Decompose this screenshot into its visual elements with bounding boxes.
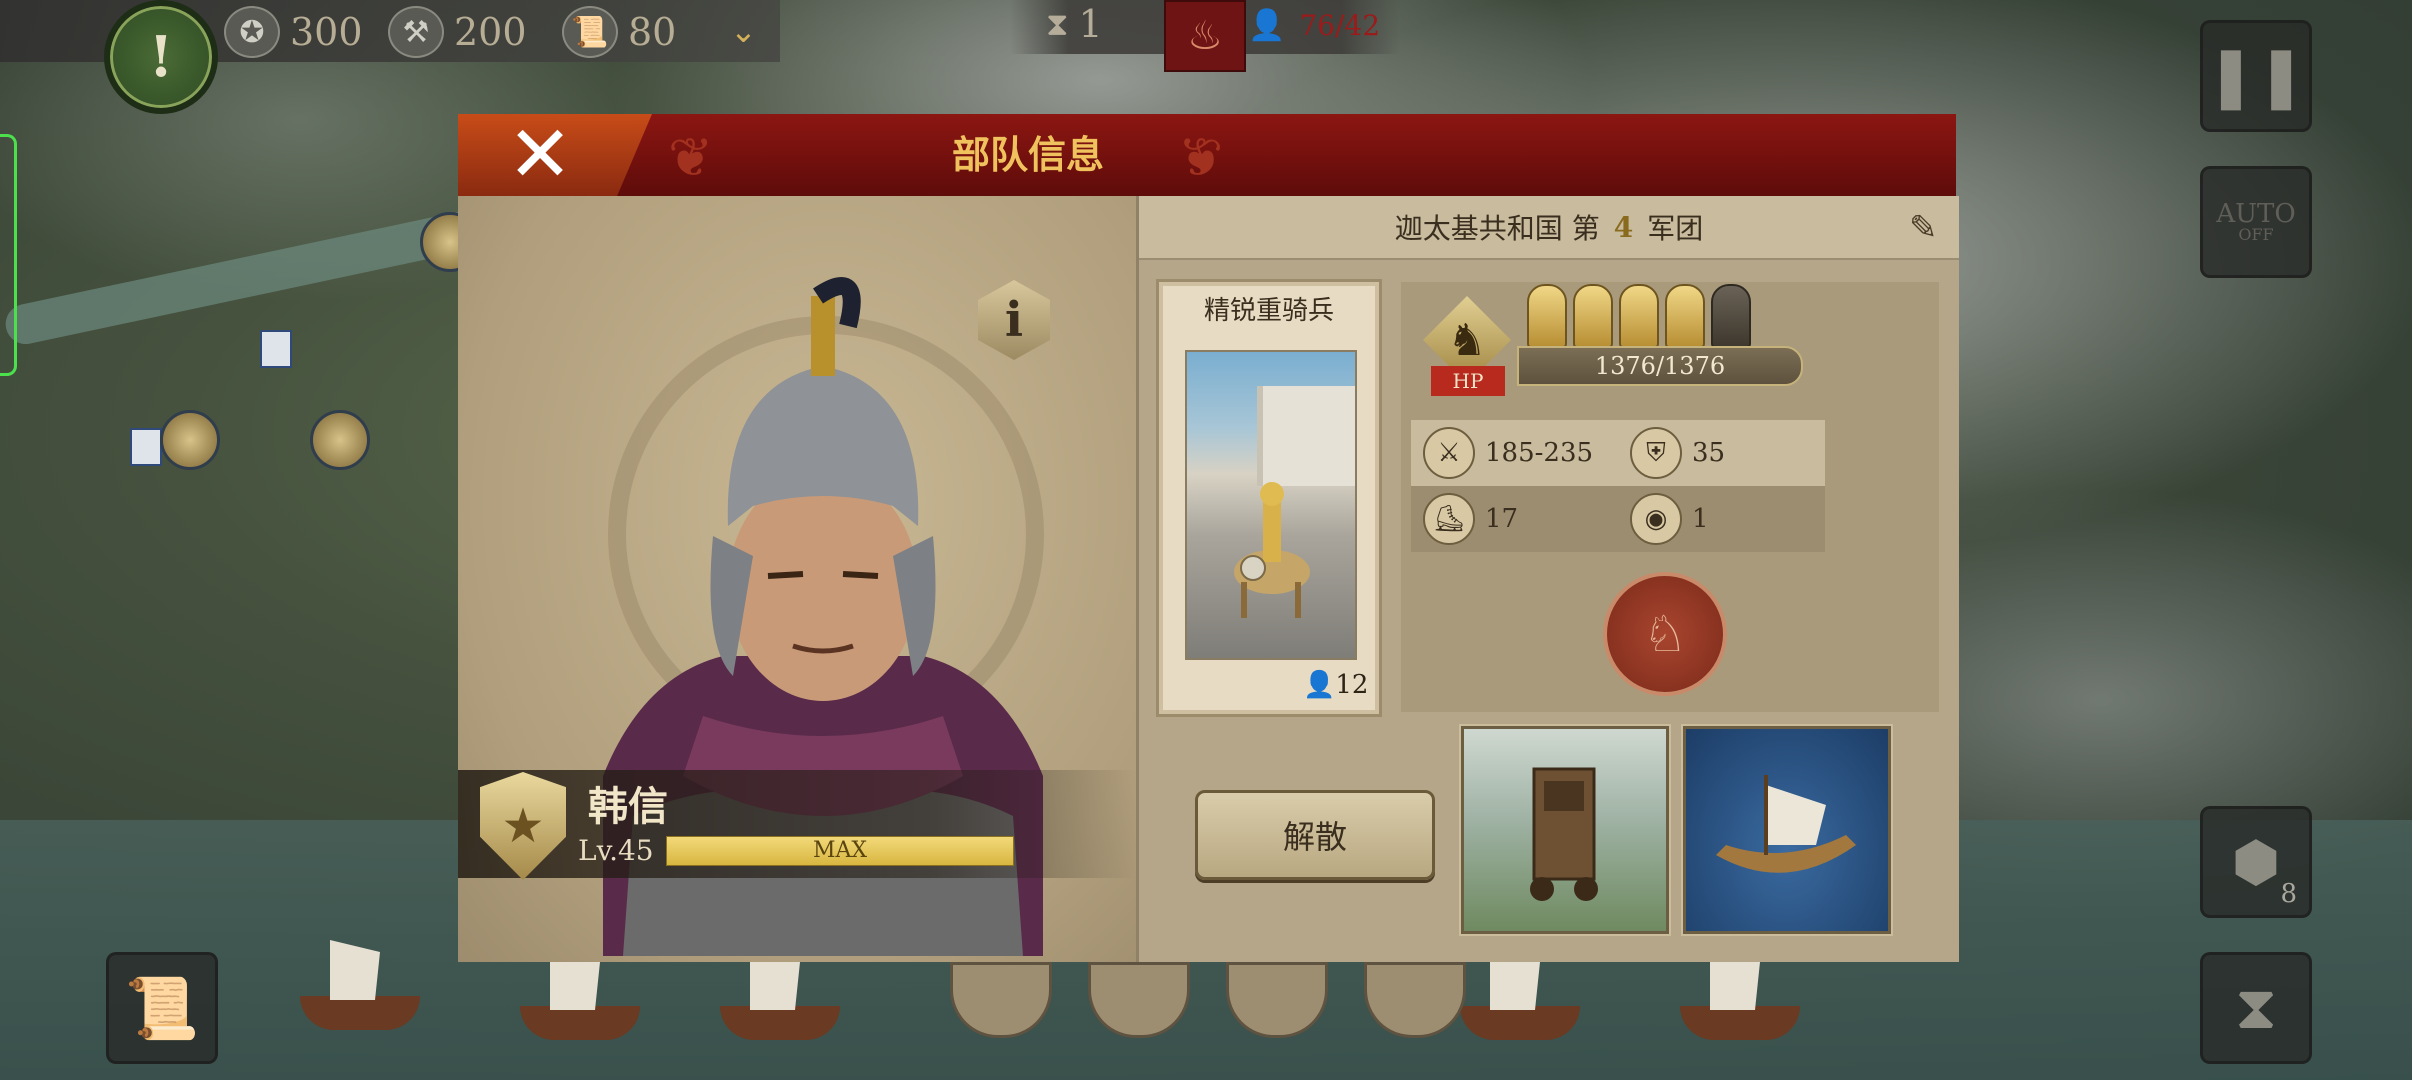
unit-count-value: 12 (1335, 670, 1369, 700)
resource-value: 200 (454, 10, 527, 54)
hourglass-icon: ⧗ (1046, 4, 1069, 43)
unit-info-dialog: ❦ ❦ ✕ 部队信息 i ★ 韩信 Lv.45 MAX 迦太基共和国 第 4 军… (458, 114, 1959, 962)
hex-count: 8 (2280, 879, 2297, 909)
auto-button[interactable]: AUTO OFF (2200, 166, 2312, 278)
cavalry-emblem-icon[interactable]: ♘ (1603, 572, 1727, 696)
unit-flag (130, 428, 162, 466)
disband-button[interactable]: 解散 (1195, 790, 1435, 880)
unit-panel: 迦太基共和国 第 4 军团 ✎ 精锐重骑兵 👤12 解散 ♞ HP 1376/1… (1136, 196, 1959, 962)
hero-level: Lv.45 (578, 834, 654, 867)
siege-tower-slot[interactable] (1461, 726, 1669, 934)
laurel-icon: ❦ (668, 126, 714, 189)
unit-flag (260, 330, 292, 368)
scroll-icon: 📜 (562, 6, 618, 58)
info-icon: i (1004, 292, 1024, 348)
close-icon: ✕ (507, 110, 573, 200)
resource-hammer: ⚒ 200 (388, 6, 527, 58)
siege-tower-icon (1530, 767, 1598, 901)
hammer-icon: ⚒ (388, 6, 444, 58)
legion-header: 迦太基共和国 第 4 军团 (1139, 196, 1959, 260)
person-icon: 👤 (1303, 670, 1336, 700)
unit-rank-helmets (1527, 284, 1751, 348)
hero-name: 韩信 (588, 783, 668, 830)
hexagons-icon: ⬢ (2231, 829, 2281, 895)
pause-button[interactable]: ❚❚ (2200, 20, 2312, 132)
disband-label: 解散 (1282, 818, 1347, 856)
unit-card[interactable]: 精锐重骑兵 👤12 (1159, 282, 1379, 714)
fleet-ship[interactable] (300, 930, 420, 1030)
dialog-title: 部队信息 (951, 132, 1104, 177)
ship-slot[interactable] (1683, 726, 1891, 934)
hp-value: 1376/1376 (1517, 346, 1803, 386)
vision-stat: ◉ 1 (1618, 493, 1825, 545)
turn-value: 1 (1078, 2, 1103, 46)
population-counter: 👤 76/42 (1248, 8, 1380, 43)
vision-value: 1 (1692, 504, 1709, 534)
population-value: 76/42 (1299, 9, 1381, 42)
rank-helmet-icon (1665, 284, 1705, 348)
unit-token[interactable] (310, 410, 370, 470)
legion-number: 4 (1613, 210, 1634, 244)
stat-row: ⚔ 185-235 ⛨ 35 (1411, 420, 1825, 486)
hero-exp-bar: MAX (666, 836, 1014, 866)
rank-helmet-icon (1619, 284, 1659, 348)
stat-row: ⛸ 17 ◉ 1 (1411, 486, 1825, 552)
eye-icon: ◉ (1630, 493, 1682, 545)
eagle-shield-icon: ✪ (224, 6, 280, 58)
attack-icon: ⚔ (1423, 427, 1475, 479)
rename-pencil-icon[interactable]: ✎ (1909, 208, 1938, 248)
armor-icon: ⛨ (1630, 427, 1682, 479)
end-turn-button[interactable]: ⧗ (2200, 952, 2312, 1064)
unit-stats: ♞ HP 1376/1376 ⚔ 185-235 ⛨ 35 ⛸ 17 ◉ 1 ♘ (1401, 282, 1939, 712)
defense-value: 35 (1692, 438, 1726, 468)
resource-value: 300 (290, 10, 363, 54)
fire-icon[interactable]: ♨ (1164, 0, 1246, 72)
attack-value: 185-235 (1485, 438, 1594, 468)
unit-name: 精锐重骑兵 (1203, 296, 1334, 326)
rank-helmet-icon (1573, 284, 1613, 348)
hex-formation-button[interactable]: ⬢ 8 (2200, 806, 2312, 918)
auto-label: AUTO (2216, 199, 2296, 229)
side-drawer-tab[interactable] (0, 134, 17, 376)
attack-stat: ⚔ 185-235 (1411, 427, 1618, 479)
legion-prefix: 迦太基共和国 第 (1394, 212, 1600, 245)
movement-value: 17 (1485, 504, 1519, 534)
pause-icon: ❚❚ (2205, 41, 2307, 111)
resource-eagle: ✪ 300 (224, 6, 363, 58)
auto-state: OFF (2238, 225, 2274, 244)
turn-counter: ⧗ 1 (1046, 2, 1103, 46)
exp-label: MAX (812, 838, 868, 863)
unit-count: 👤12 (1303, 670, 1368, 700)
chevron-down-icon[interactable]: ⌄ (730, 12, 757, 50)
ship-icon (1716, 775, 1856, 873)
resource-scroll: 📜 80 (562, 6, 676, 58)
rank-helmet-icon (1527, 284, 1567, 348)
enemy-general-token[interactable] (160, 410, 220, 470)
rank-helmet-empty-icon (1711, 284, 1751, 348)
boot-icon: ⛸ (1423, 493, 1475, 545)
scroll-icon: 📜 (124, 973, 200, 1044)
alert-badge[interactable]: ! (104, 0, 218, 114)
hp-label: HP (1431, 366, 1505, 396)
hero-panel: i ★ 韩信 Lv.45 MAX (458, 196, 1136, 962)
legion-suffix: 军团 (1647, 212, 1704, 245)
resource-value: 80 (628, 10, 677, 54)
unit-image (1185, 350, 1357, 660)
scroll-menu-button[interactable]: 📜 (106, 952, 218, 1064)
defense-stat: ⛨ 35 (1618, 427, 1825, 479)
hourglass-icon: ⧗ (2234, 973, 2278, 1043)
movement-stat: ⛸ 17 (1411, 493, 1618, 545)
person-icon: 👤 (1248, 8, 1286, 43)
